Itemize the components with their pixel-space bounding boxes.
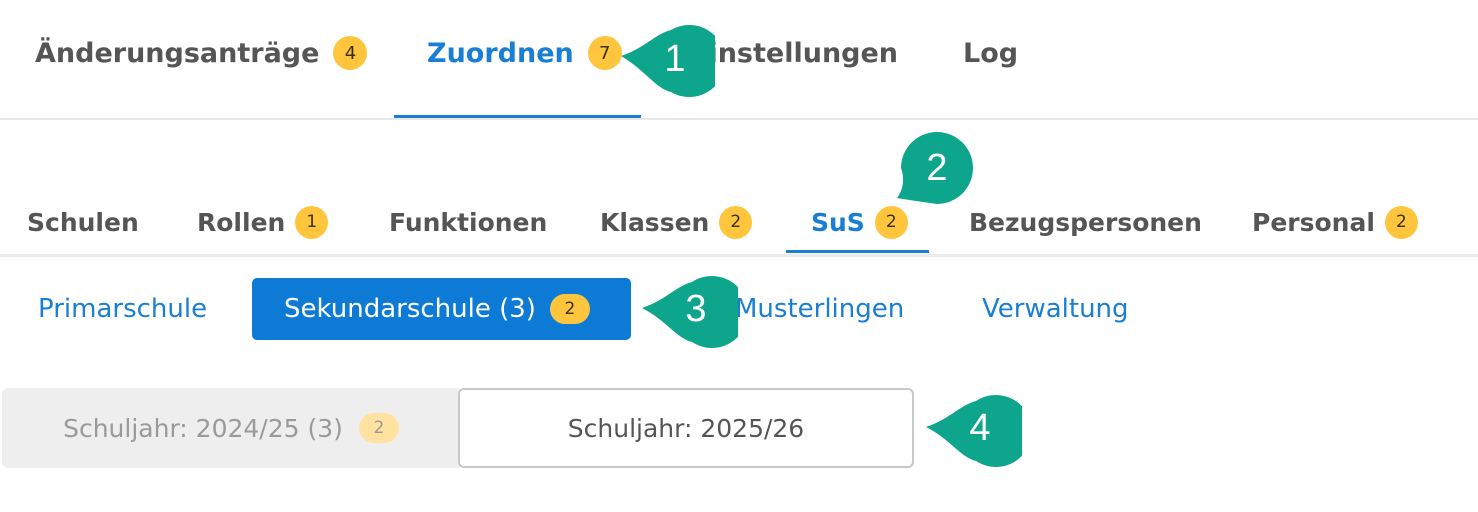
active-subtab-indicator <box>786 250 929 253</box>
subtab-label: SuS <box>811 207 865 237</box>
subtab-label: Bezugspersonen <box>969 207 1202 237</box>
subtab-bezugspersonen[interactable]: Bezugspersonen <box>969 203 1202 241</box>
tab-log[interactable]: Log <box>963 33 1018 73</box>
year-2024-25[interactable]: Schuljahr: 2024/25 (3) 2 <box>2 388 460 468</box>
count-badge: 2 <box>719 205 753 239</box>
subtab-label: Rollen <box>197 207 286 237</box>
subtab-funktionen[interactable]: Funktionen <box>389 203 547 241</box>
school-sekundarschule[interactable]: Sekundarschule (3) 2 <box>252 278 631 340</box>
year-label: Schuljahr: 2025/26 <box>567 413 805 443</box>
year-2025-26[interactable]: Schuljahr: 2025/26 <box>458 388 914 468</box>
subtab-label: Klassen <box>600 207 710 237</box>
callout-marker-4: 4 <box>926 395 1022 467</box>
tab-aenderungsantraege[interactable]: Änderungsanträge 4 <box>35 33 368 73</box>
year-label: Schuljahr: 2024/25 (3) <box>63 413 343 443</box>
school-verwaltung[interactable]: Verwaltung <box>982 278 1129 340</box>
count-badge: 2 <box>1384 205 1418 239</box>
callout-number: 2 <box>926 147 947 189</box>
tab-label: Zuordnen <box>427 37 574 69</box>
tab-zuordnen[interactable]: Zuordnen 7 <box>427 33 622 73</box>
count-badge: 1 <box>295 205 329 239</box>
count-badge: 4 <box>333 36 368 70</box>
tab-label: Einstellungen <box>690 37 899 69</box>
count-badge: 2 <box>358 413 399 443</box>
subtab-label: Schulen <box>27 207 139 237</box>
callout-marker-2: 2 <box>897 132 973 204</box>
tabs-divider <box>0 118 1478 120</box>
callout-number: 4 <box>969 407 990 449</box>
subtab-label: Personal <box>1252 207 1375 237</box>
callout-marker-3: 3 <box>642 276 738 348</box>
subtab-schulen[interactable]: Schulen <box>27 203 139 241</box>
school-label: Verwaltung <box>982 294 1129 324</box>
subtab-klassen[interactable]: Klassen 2 <box>600 203 753 241</box>
tab-label: Log <box>963 37 1019 69</box>
tab-einstellungen[interactable]: Einstellungen <box>690 33 898 73</box>
subtab-label: Funktionen <box>389 207 548 237</box>
active-tab-indicator <box>394 115 641 118</box>
callout-marker-1: 1 <box>621 25 715 97</box>
count-badge: 2 <box>549 294 590 324</box>
callout-number: 1 <box>664 38 685 80</box>
school-year-selector: Schuljahr: 2024/25 (3) 2 Schuljahr: 2025… <box>2 388 914 468</box>
school-label: Musterlingen <box>735 294 905 324</box>
subtab-personal[interactable]: Personal 2 <box>1252 203 1418 241</box>
subtab-rollen[interactable]: Rollen 1 <box>197 203 329 241</box>
tab-label: Änderungsanträge <box>35 37 320 69</box>
callout-number: 3 <box>685 288 706 330</box>
school-primarschule[interactable]: Primarschule <box>38 278 207 340</box>
school-musterlingen[interactable]: Musterlingen <box>735 278 904 340</box>
school-label: Primarschule <box>38 294 208 324</box>
subtabs-divider <box>0 254 1478 257</box>
school-label: Sekundarschule (3) <box>284 294 536 324</box>
